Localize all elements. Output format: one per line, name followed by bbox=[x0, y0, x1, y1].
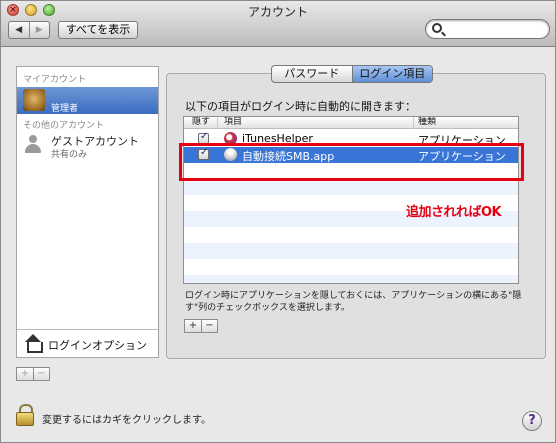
empty-row bbox=[184, 243, 518, 259]
account-row-admin[interactable]: 管理者 bbox=[17, 87, 158, 114]
login-items-table[interactable]: 隠す 項目 種類 iTunesHelper アプリケーション 自動接続SMB.a… bbox=[183, 116, 519, 284]
table-header: 隠す 項目 種類 bbox=[184, 117, 518, 129]
column-header-item[interactable]: 項目 bbox=[224, 117, 242, 128]
add-login-item-button[interactable]: + bbox=[185, 320, 201, 332]
login-items-instruction: 以下の項目がログイン時に自動的に開きます： bbox=[185, 100, 416, 113]
account-name: 管理者 bbox=[51, 104, 79, 114]
empty-row bbox=[184, 179, 518, 195]
tab-login-items[interactable]: ログイン項目 bbox=[351, 66, 432, 82]
guest-user-icon bbox=[25, 135, 41, 155]
remove-login-item-button[interactable]: − bbox=[201, 320, 217, 332]
user-avatar bbox=[23, 89, 45, 111]
add-account-button[interactable]: + bbox=[17, 368, 33, 380]
window-title: アカウント bbox=[247, 5, 308, 19]
house-icon bbox=[24, 334, 43, 353]
tab-password[interactable]: パスワード bbox=[272, 66, 352, 82]
account-add-remove: + − bbox=[16, 367, 50, 381]
toolbar: × アカウント ◀ ▶ すべてを表示 bbox=[1, 1, 555, 47]
hide-instruction-note: ログイン時にアプリケーションを隠しておくには、アプリケーションの横にある"隠す"… bbox=[185, 291, 522, 313]
tab-bar: パスワード ログイン項目 bbox=[271, 65, 433, 83]
help-button[interactable]: ? bbox=[522, 411, 542, 431]
account-row-guest[interactable]: ゲストアカウント 共有のみ bbox=[17, 133, 158, 163]
annotation-text: 追加されればOK bbox=[406, 205, 502, 220]
my-account-header: マイアカウント bbox=[23, 75, 87, 85]
show-all-button[interactable]: すべてを表示 bbox=[58, 21, 138, 39]
forward-button[interactable]: ▶ bbox=[28, 22, 50, 38]
highlight-annotation-box bbox=[179, 143, 524, 181]
search-input[interactable] bbox=[425, 19, 550, 39]
lock-instruction: 変更するにはカギをクリックします。 bbox=[42, 415, 211, 426]
login-options-label: ログインオプション bbox=[48, 339, 147, 352]
column-header-hide[interactable]: 隠す bbox=[192, 117, 210, 128]
other-accounts-header: その他のアカウント bbox=[23, 121, 105, 131]
back-button[interactable]: ◀ bbox=[9, 22, 29, 38]
triangle-right-icon: ▶ bbox=[35, 25, 43, 35]
column-header-kind[interactable]: 種類 bbox=[418, 117, 436, 128]
guest-account-subtitle: 共有のみ bbox=[51, 150, 88, 160]
remove-account-button[interactable]: − bbox=[33, 368, 49, 380]
search-icon bbox=[432, 23, 442, 33]
accounts-window: × アカウント ◀ ▶ すべてを表示 マイアカウント 管理者 その他のアカウント… bbox=[0, 0, 556, 443]
column-divider bbox=[217, 117, 218, 129]
back-forward-control: ◀ ▶ bbox=[8, 21, 50, 39]
triangle-left-icon: ◀ bbox=[15, 25, 23, 35]
login-item-add-remove: + − bbox=[184, 319, 218, 333]
account-list[interactable]: マイアカウント 管理者 その他のアカウント ゲストアカウント 共有のみ ログイン… bbox=[16, 66, 159, 358]
column-divider bbox=[413, 117, 414, 129]
login-options-item[interactable]: ログインオプション bbox=[17, 329, 158, 357]
empty-row bbox=[184, 275, 518, 283]
lock-icon[interactable] bbox=[16, 404, 34, 426]
